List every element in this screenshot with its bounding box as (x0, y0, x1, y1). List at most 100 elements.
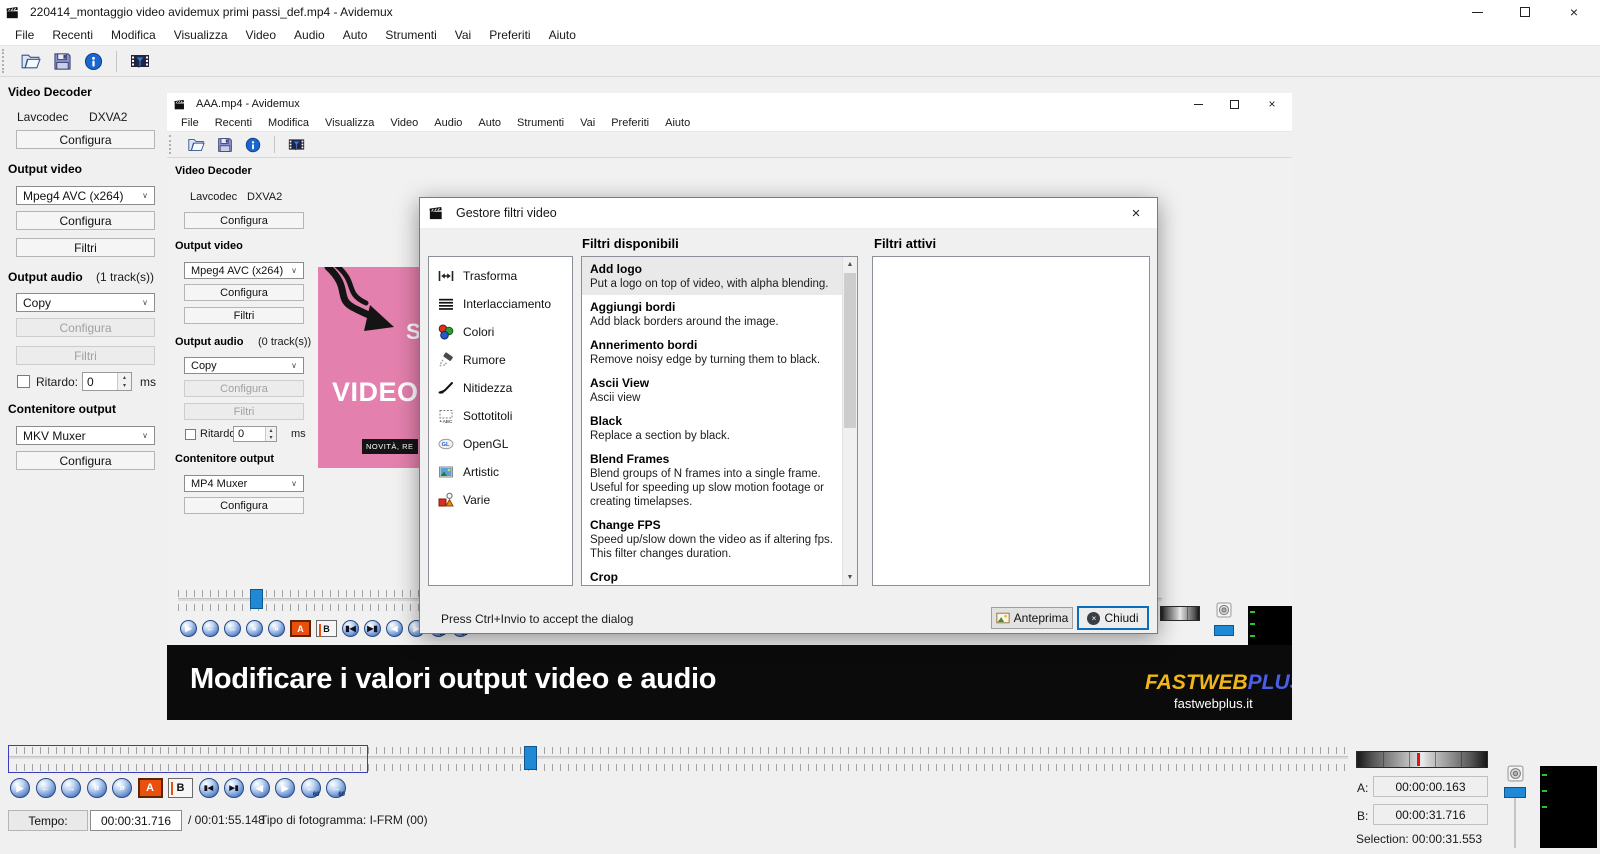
filter-add-logo[interactable]: Add logo Put a logo on top of video, wit… (582, 257, 842, 295)
video-codec-select[interactable]: Mpeg4 AVC (x264)∨ (16, 186, 155, 205)
information-icon[interactable] (84, 52, 103, 71)
save-icon (217, 137, 233, 153)
muxer-select[interactable]: MKV Muxer∨ (16, 426, 155, 445)
mark-a-button[interactable]: A (138, 778, 163, 798)
scroll-down-icon[interactable]: ▼ (843, 570, 857, 585)
video-filtri-button: Filtri (184, 307, 304, 324)
menu-audio[interactable]: Audio (285, 28, 334, 42)
category-varie[interactable]: Varie (429, 486, 572, 514)
ritardo-checkbox[interactable] (17, 375, 30, 388)
timeline-handle[interactable] (524, 746, 537, 770)
filter-annerimento-bordi[interactable]: Annerimento bordi Remove noisy edge by t… (582, 333, 842, 371)
jog-center-mark (1417, 753, 1420, 766)
maximize-button[interactable] (1501, 0, 1548, 24)
filter-aggiungi-bordi[interactable]: Aggiungi bordi Add black borders around … (582, 295, 842, 333)
filters-scrollbar[interactable]: ▲ ▼ (842, 257, 857, 585)
menu-vai[interactable]: Vai (446, 28, 480, 42)
category-trasforma[interactable]: Trasforma (429, 262, 572, 290)
audio-codec-select[interactable]: Copy∨ (16, 293, 155, 312)
inner-menubar: File Recenti Modifica Visualizza Video A… (167, 115, 1292, 132)
dialog-close-icon[interactable]: × (1115, 198, 1157, 228)
previous-frame-button[interactable]: ← (36, 778, 56, 798)
mark-b-button[interactable]: B (168, 778, 193, 798)
inner-titlebar: AAA.mp4 - Avidemux × (167, 93, 1292, 115)
svg-text:GL: GL (442, 442, 450, 448)
next-keyframe-button[interactable]: ▶ (275, 778, 295, 798)
scrollbar-thumb[interactable] (844, 273, 856, 428)
menu-modifica[interactable]: Modifica (102, 28, 165, 42)
next-intra-button[interactable]: » (112, 778, 132, 798)
scroll-up-icon[interactable]: ▲ (843, 257, 857, 272)
toolbar-grip[interactable] (2, 49, 7, 72)
menu-visualizza: Visualizza (317, 117, 382, 129)
anteprima-button[interactable]: Anteprima (991, 607, 1073, 629)
toolbar-separator (274, 136, 275, 154)
menu-aiuto[interactable]: Aiuto (540, 28, 585, 42)
menu-recenti[interactable]: Recenti (43, 28, 102, 42)
back-minute-button[interactable]: ←60 (301, 778, 321, 798)
video-configura-button[interactable]: Configura (16, 211, 155, 230)
filter-blend-frames[interactable]: Blend Frames Blend groups of N frames in… (582, 447, 842, 513)
previous-intra-button[interactable]: « (87, 778, 107, 798)
dialog-hint: Press Ctrl+Invio to accept the dialog (441, 612, 633, 626)
menu-auto[interactable]: Auto (334, 28, 377, 42)
minimize-button[interactable] (1454, 0, 1501, 24)
menu-file[interactable]: File (6, 28, 43, 42)
main-transport-bar: ▶ ← → « » A B ▮◀ ▶▮ ◀ ▶ ←60 →60 (10, 778, 346, 798)
video-codec-select: Mpeg4 AVC (x264)∨ (184, 262, 304, 279)
next-frame-button[interactable]: → (61, 778, 81, 798)
video-filters-icon[interactable] (130, 51, 150, 71)
video-filtri-button[interactable]: Filtri (16, 238, 155, 257)
spinner-arrows-icon[interactable]: ▴▾ (117, 373, 131, 390)
first-frame-button[interactable]: ▮◀ (199, 778, 219, 798)
category-interlacciamento[interactable]: Interlacciamento (429, 290, 572, 318)
previous-intra-button: « (246, 620, 263, 637)
current-time-field[interactable]: 00:00:31.716 (90, 810, 182, 831)
muxer-configura-button[interactable]: Configura (16, 451, 155, 470)
audio-configura-button: Configura (16, 318, 155, 337)
category-opengl[interactable]: GL OpenGL (429, 430, 572, 458)
filter-ascii-view[interactable]: Ascii View Ascii view (582, 371, 842, 409)
menu-video[interactable]: Video (237, 28, 285, 42)
first-frame-button: ▮◀ (342, 620, 359, 637)
scribble-arrow-icon (320, 267, 410, 348)
decoder-configura-button[interactable]: Configura (16, 130, 155, 149)
close-button[interactable]: × (1548, 0, 1600, 24)
output-audio-heading: Output audio (8, 270, 83, 284)
ritardo-spinner[interactable]: 0▴▾ (82, 372, 132, 391)
filter-black[interactable]: Black Replace a section by black. (582, 409, 842, 447)
category-nitidezza[interactable]: Nitidezza (429, 374, 572, 402)
filter-change-fps[interactable]: Change FPS Speed up/slow down the video … (582, 513, 842, 565)
inner-maximize-button (1216, 93, 1252, 115)
inner-audio-meter (1248, 606, 1292, 646)
forward-minute-button[interactable]: →60 (326, 778, 346, 798)
volume-icon[interactable] (1507, 765, 1524, 782)
save-icon[interactable] (53, 52, 72, 71)
volume-slider-track[interactable] (1514, 790, 1516, 848)
subtitles-icon: ABC (438, 408, 454, 424)
menu-strumenti[interactable]: Strumenti (376, 28, 445, 42)
muxer-configura-button: Configura (184, 497, 304, 514)
open-icon[interactable] (20, 51, 41, 72)
banner-caption: Modificare i valori output video e audio (190, 663, 716, 696)
category-rumore[interactable]: Rumore (429, 346, 572, 374)
last-frame-button[interactable]: ▶▮ (224, 778, 244, 798)
filter-crop[interactable]: Crop (582, 565, 842, 586)
tempo-button[interactable]: Tempo: (8, 810, 88, 831)
menu-preferiti[interactable]: Preferiti (480, 28, 539, 42)
jog-wheel[interactable] (1356, 751, 1488, 768)
inner-minimize-button (1180, 93, 1216, 115)
active-filters-list[interactable] (872, 256, 1150, 586)
chiudi-button[interactable]: × Chiudi (1077, 606, 1149, 630)
play-button[interactable]: ▶ (10, 778, 30, 798)
category-artistic[interactable]: Artistic (429, 458, 572, 486)
category-colori[interactable]: Colori (429, 318, 572, 346)
ritardo-label: Ritardo: (36, 375, 78, 389)
previous-keyframe-button[interactable]: ◀ (250, 778, 270, 798)
menu-visualizza[interactable]: Visualizza (165, 28, 237, 42)
category-sottotitoli[interactable]: ABC Sottotitoli (429, 402, 572, 430)
interlace-icon (438, 296, 454, 312)
selection-duration: Selection: 00:00:31.553 (1356, 832, 1482, 846)
volume-slider-handle[interactable] (1504, 787, 1526, 798)
inner-volume-icon (1216, 602, 1232, 618)
